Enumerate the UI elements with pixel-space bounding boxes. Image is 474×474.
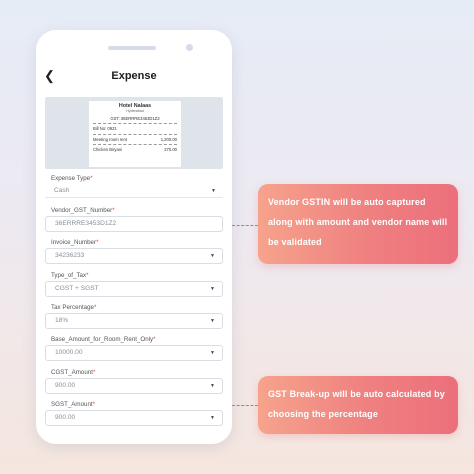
vendor-gst-input[interactable]: 36ERRRE3453D1Z2: [45, 216, 223, 232]
expense-type-select[interactable]: Cash ▼: [45, 184, 223, 198]
field-value: 34236233: [55, 252, 85, 259]
field-value: 36ERRRE3453D1Z2: [55, 220, 117, 227]
field-label-text: Invoice_Number: [51, 239, 97, 246]
receipt-image: Hotel Nalaas Hyderabad GST: 36ERRRE3453D…: [89, 101, 181, 167]
receipt-item: Chicken Biryani 270.00: [89, 147, 181, 152]
required-mark: *: [92, 401, 96, 408]
field-label-text: Type_of_Tax: [51, 272, 87, 279]
page-title: Expense: [111, 70, 157, 82]
invoice-number-input[interactable]: 34236233 ▼: [45, 248, 223, 264]
receipt-divider: [93, 144, 177, 146]
field-label: Tax Percentage*: [51, 303, 223, 312]
chevron-down-icon: ▼: [210, 253, 215, 259]
gst-breakup-callout: GST Break-up will be auto calculated by …: [258, 376, 458, 434]
required-mark: *: [90, 175, 93, 182]
receipt-divider: [93, 133, 177, 135]
field-label-text: Tax Percentage: [51, 304, 94, 311]
tax-percentage-select[interactable]: 18% ▼: [45, 313, 223, 329]
receipt-city: Hyderabad: [126, 109, 144, 114]
cgst-amount-field: CGST_Amount* 900.00 ▼: [45, 368, 223, 394]
tax-type-field: Type_of_Tax* CGST + SGST ▼: [45, 271, 223, 297]
field-value: 18%: [55, 317, 69, 324]
required-mark: *: [94, 304, 97, 311]
phone-speaker: [108, 46, 156, 50]
receipt-gst: GST: 36ERRRE3453D1Z2: [110, 115, 160, 121]
field-label-text: CGST_Amount: [51, 369, 93, 376]
gstin-callout: Vendor GSTIN will be auto captured along…: [258, 184, 458, 264]
required-mark: *: [92, 369, 96, 376]
field-label-text: SGST_Amount: [51, 401, 93, 408]
field-label-text: Vendor_GST_Number: [51, 207, 113, 214]
expense-type-field: Expense Type* Cash ▼: [45, 174, 223, 198]
field-label: Type_of_Tax*: [51, 271, 223, 280]
invoice-number-field: Invoice_Number* 34236233 ▼: [45, 238, 223, 264]
receipt-item-name: Meeting room rent: [93, 136, 127, 142]
required-mark: *: [112, 207, 115, 214]
field-label: Vendor_GST_Number*: [51, 206, 223, 215]
receipt-bill-no: Bill No: 0921: [89, 126, 181, 131]
vendor-gst-field: Vendor_GST_Number* 36ERRRE3453D1Z2: [45, 206, 223, 232]
callout-connector: [232, 405, 258, 406]
required-mark: *: [86, 272, 89, 279]
base-amount-field: Base_Amount_for_Room_Rent_Only* 10000.00…: [45, 335, 223, 361]
receipt-item-amount: 1,200.00: [160, 136, 177, 142]
field-label: SGST_Amount*: [51, 400, 223, 409]
chevron-down-icon: ▼: [210, 286, 215, 292]
tax-percentage-field: Tax Percentage* 18% ▼: [45, 303, 223, 329]
phone-camera: [186, 44, 193, 51]
chevron-down-icon: ▼: [211, 188, 216, 194]
chevron-down-icon: ▼: [210, 318, 215, 324]
required-mark: *: [96, 239, 99, 246]
required-mark: *: [153, 336, 156, 343]
chevron-down-icon: ▼: [210, 350, 215, 356]
base-amount-input[interactable]: 10000.00 ▼: [45, 345, 223, 361]
sgst-amount-field: SGST_Amount* 900.00 ▼: [45, 400, 223, 426]
callout-connector: [232, 225, 258, 226]
receipt-item-name: Chicken Biryani: [93, 147, 123, 153]
field-value: Cash: [54, 187, 70, 194]
receipt-item: Meeting room rent 1,200.00: [89, 137, 181, 142]
field-label-text: Expense Type: [51, 175, 91, 182]
receipt-preview[interactable]: Hotel Nalaas Hyderabad GST: 36ERRRE3453D…: [45, 97, 223, 169]
phone-frame: ❮ Expense Hotel Nalaas Hyderabad GST: 36…: [36, 30, 232, 444]
receipt-bill-no-text: Bill No: 0921: [93, 126, 117, 132]
cgst-amount-input[interactable]: 900.00 ▼: [45, 378, 223, 394]
field-label: Base_Amount_for_Room_Rent_Only*: [51, 335, 223, 344]
field-value: 900.00: [55, 382, 76, 389]
sgst-amount-input[interactable]: 900.00 ▼: [45, 410, 223, 426]
field-value: CGST + SGST: [55, 285, 99, 292]
field-value: 900.00: [55, 414, 76, 421]
field-label: Invoice_Number*: [51, 238, 223, 247]
receipt-divider: [93, 123, 177, 125]
field-label: CGST_Amount*: [51, 368, 223, 377]
tax-type-select[interactable]: CGST + SGST ▼: [45, 281, 223, 297]
chevron-down-icon: ▼: [210, 383, 215, 389]
chevron-down-icon: ▼: [210, 415, 215, 421]
receipt-item-amount: 270.00: [164, 147, 177, 153]
field-value: 10000.00: [55, 349, 83, 356]
field-label: Expense Type*: [51, 174, 223, 183]
field-label-text: Base_Amount_for_Room_Rent_Only: [51, 336, 154, 343]
